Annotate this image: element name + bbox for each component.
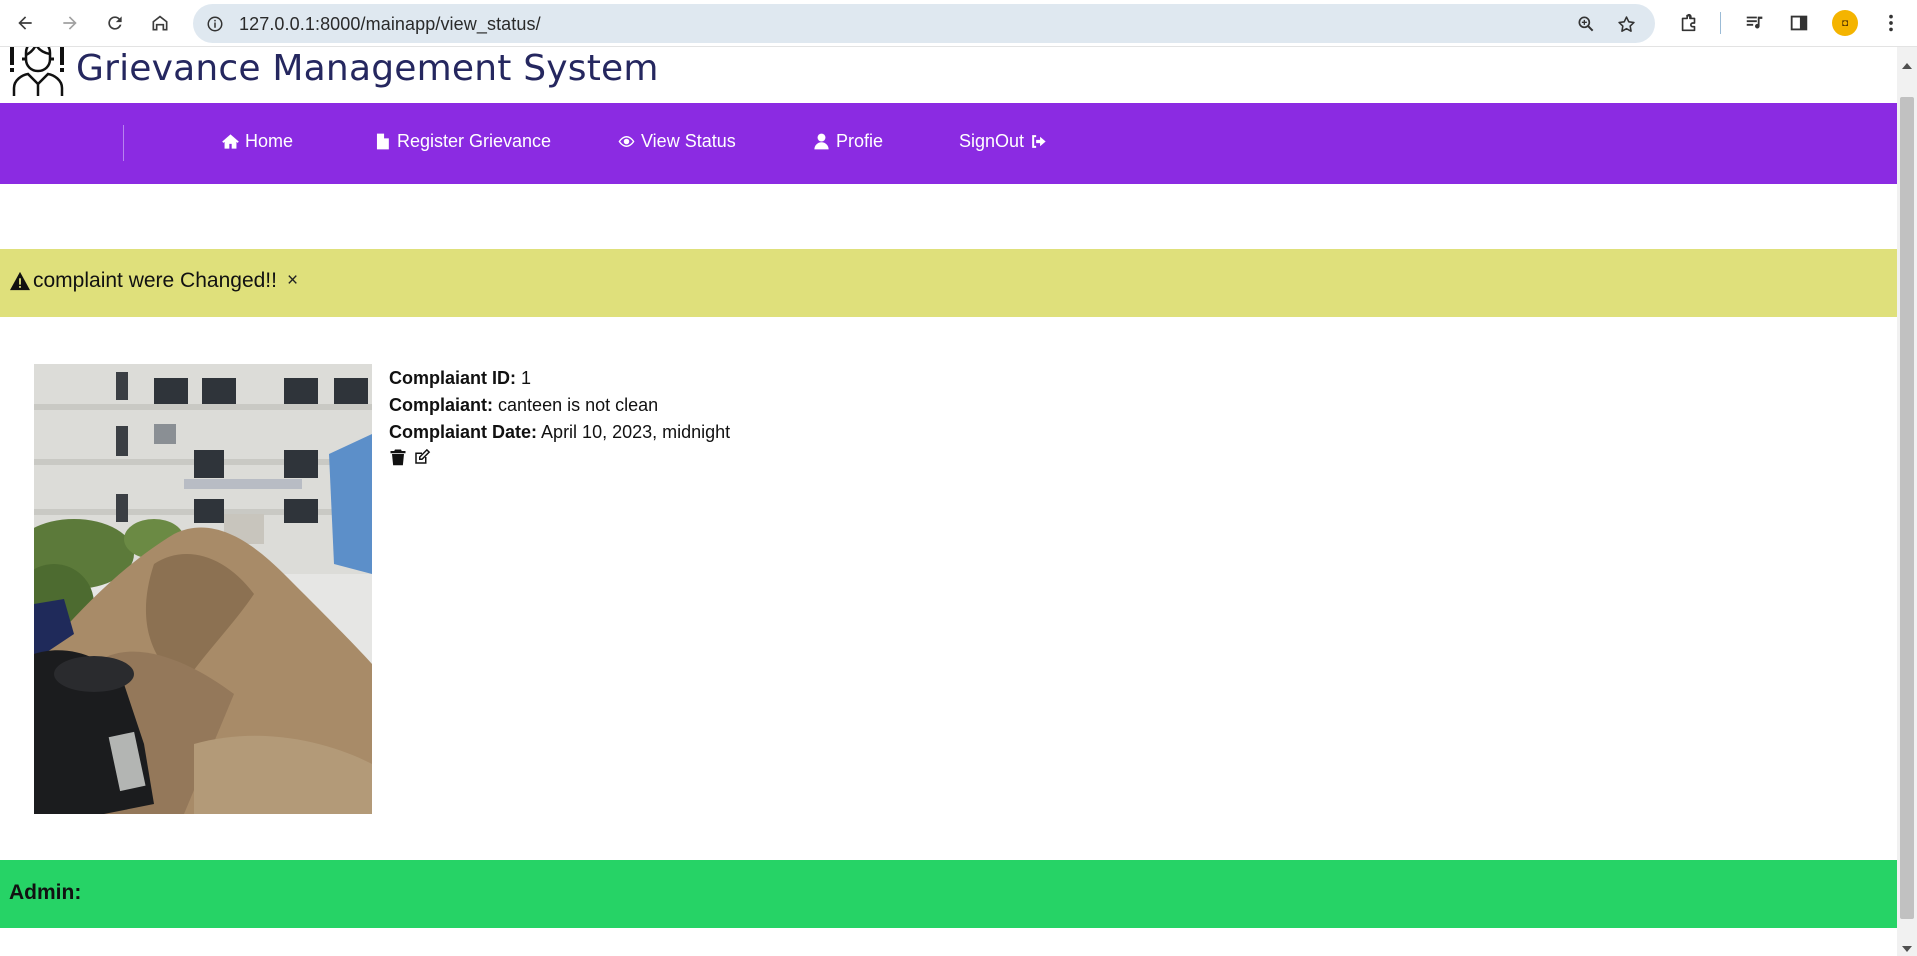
- forward-arrow-icon[interactable]: [54, 7, 86, 39]
- nav-view-status-label: View Status: [641, 131, 736, 151]
- scrollbar-thumb[interactable]: [1900, 97, 1914, 919]
- scroll-down-icon[interactable]: [1902, 946, 1912, 952]
- person-with-exclamation-icon: [10, 47, 64, 96]
- complaint-actions: [389, 448, 730, 466]
- alert-message: complaint were Changed!!: [33, 269, 277, 292]
- admin-label: Admin:: [9, 881, 82, 904]
- nav-register-grievance[interactable]: Register Grievance: [373, 131, 551, 152]
- back-arrow-icon[interactable]: [9, 7, 41, 39]
- profile-avatar-icon[interactable]: ◘: [1832, 10, 1858, 36]
- nav-signout[interactable]: SignOut: [959, 131, 1048, 152]
- nav-register-label: Register Grievance: [397, 131, 552, 151]
- complaint-text-row: Complaiant: canteen is not clean: [389, 392, 730, 419]
- media-icon[interactable]: [1741, 9, 1769, 37]
- toolbar-divider: [1720, 12, 1721, 34]
- admin-section: Admin:: [0, 860, 1897, 928]
- alert-banner: complaint were Changed!! ×: [0, 249, 1897, 317]
- page-title: Grievance Management System: [76, 47, 659, 89]
- home-icon: [222, 134, 239, 149]
- nav-home[interactable]: Home: [221, 131, 293, 152]
- complaint-text-value: canteen is not clean: [498, 395, 659, 415]
- home-icon[interactable]: [144, 7, 176, 39]
- trash-icon[interactable]: [389, 448, 407, 466]
- nav-profile[interactable]: Profie: [812, 131, 883, 152]
- nav-view-status[interactable]: View Status: [617, 131, 736, 152]
- complaint-id-row: Complaiant ID: 1: [389, 365, 730, 392]
- user-icon: [814, 133, 829, 150]
- brand[interactable]: Grievance Management System: [8, 47, 659, 97]
- nav-signout-label: SignOut: [959, 131, 1025, 151]
- page-scrollbar[interactable]: [1897, 47, 1917, 956]
- sign-out-icon: [1032, 135, 1046, 148]
- bookmark-star-icon[interactable]: [1613, 11, 1639, 37]
- nav-profile-label: Profie: [836, 131, 884, 151]
- complaint-photo: [34, 364, 372, 814]
- nav-home-label: Home: [245, 131, 294, 151]
- complaint-id-label: Complaiant ID:: [389, 368, 517, 388]
- complaint-date-row: Complaiant Date: April 10, 2023, midnigh…: [389, 419, 730, 446]
- side-panel-icon[interactable]: [1785, 9, 1813, 37]
- address-bar[interactable]: 127.0.0.1:8000/mainapp/view_status/: [193, 4, 1655, 43]
- complaint-id-value: 1: [521, 368, 532, 388]
- complaint-date-label: Complaiant Date:: [389, 422, 538, 442]
- eye-icon: [618, 135, 635, 148]
- scroll-up-icon[interactable]: [1902, 63, 1912, 69]
- page: Grievance Management System Home Registe…: [0, 47, 1897, 956]
- edit-icon[interactable]: [413, 448, 431, 466]
- url-text[interactable]: 127.0.0.1:8000/mainapp/view_status/: [239, 14, 541, 35]
- file-icon: [376, 133, 389, 150]
- browser-toolbar: 127.0.0.1:8000/mainapp/view_status/ ◘: [0, 0, 1917, 47]
- extensions-icon[interactable]: [1675, 9, 1703, 37]
- complaint-date-value: April 10, 2023, midnight: [541, 422, 731, 442]
- main-navbar: Home Register Grievance View Status Prof…: [0, 103, 1897, 184]
- complaint-details: Complaiant ID: 1 Complaiant: canteen is …: [389, 365, 730, 466]
- reload-icon[interactable]: [99, 7, 131, 39]
- alert-close-button[interactable]: ×: [287, 270, 298, 292]
- complaint-text-label: Complaiant:: [389, 395, 494, 415]
- zoom-icon[interactable]: [1573, 11, 1599, 37]
- more-menu-icon[interactable]: [1877, 9, 1905, 37]
- warning-icon: [10, 271, 30, 291]
- site-info-icon[interactable]: [201, 10, 229, 38]
- nav-divider: [123, 125, 124, 161]
